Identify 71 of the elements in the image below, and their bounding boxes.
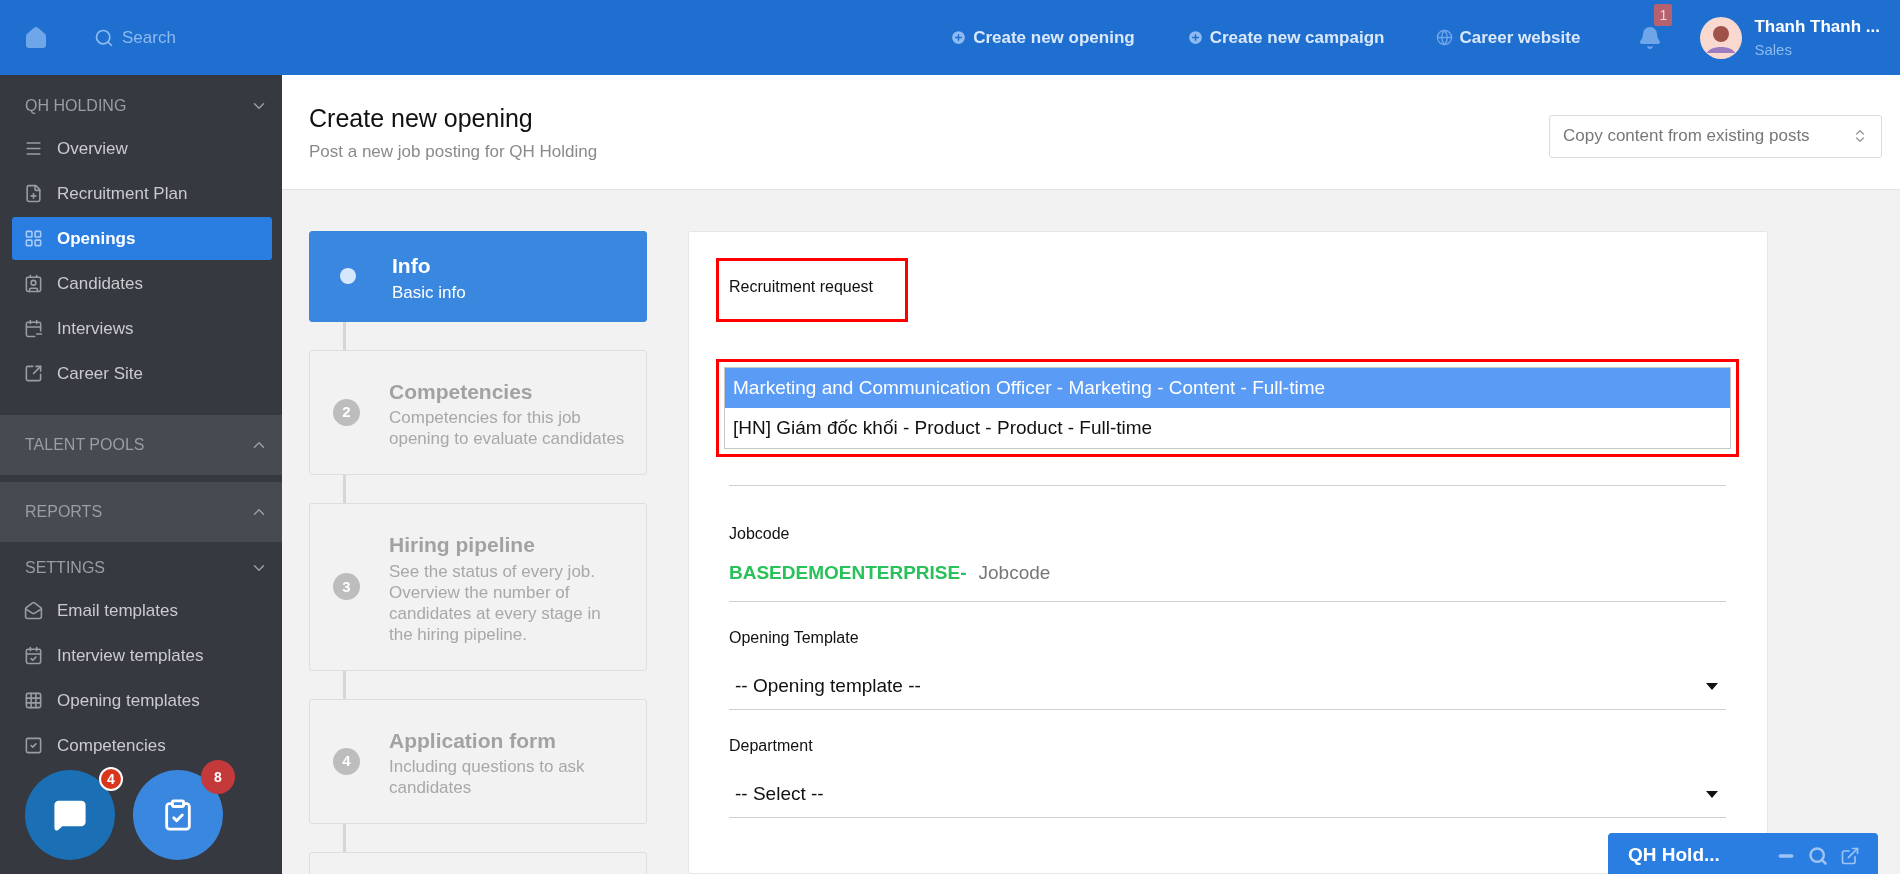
step-number: 2: [333, 398, 360, 426]
file-plus-icon: [24, 184, 43, 203]
page-title: Create new opening: [309, 102, 534, 134]
sidebar-item[interactable]: Email templates: [12, 589, 272, 632]
step-title: Application form: [389, 727, 557, 754]
avatar: [1700, 16, 1743, 59]
plus-icon: [950, 29, 968, 46]
calendar-check-icon: [24, 646, 43, 665]
step-description: Including questions to ask candidates: [389, 756, 586, 798]
step-card[interactable]: 4 Application form Including questions to ask candidates: [309, 698, 647, 824]
checkbox-icon: [24, 736, 43, 755]
chat-icon: [53, 798, 87, 832]
step-title: Hiring pipeline: [389, 532, 536, 558]
jobcode-prefix: BASEDEMOENTERPRISE-: [729, 561, 967, 585]
field-label: Jobcode: [729, 524, 791, 544]
sidebar-item[interactable]: Opening templates: [12, 679, 272, 722]
step-description: Competencies for this job opening to evaluate candidates: [389, 407, 626, 449]
select-field[interactable]: -- Select --: [729, 771, 1726, 818]
field-label: Recruitment request: [729, 278, 874, 295]
sidebar-section-header[interactable]: REPORTS: [0, 482, 282, 542]
grid-icon: [24, 691, 43, 710]
career-website-link[interactable]: Career website: [1436, 24, 1581, 51]
sidebar-item[interactable]: Openings: [12, 217, 272, 260]
sidebar-item[interactable]: Interviews: [12, 307, 272, 350]
user-role: Sales: [1754, 40, 1793, 60]
grid-icon: [24, 229, 43, 248]
contact-card-icon: [24, 274, 43, 293]
search-icon: [94, 27, 114, 48]
home-button[interactable]: [24, 25, 48, 50]
menu-icon: [24, 139, 43, 158]
caret-icon: [1706, 790, 1718, 798]
sidebar-item[interactable]: Overview: [12, 127, 272, 170]
field-label: Opening Template: [729, 627, 860, 648]
create-link[interactable]: Create new campaign: [1186, 24, 1385, 51]
copy-content-select[interactable]: Copy content from existing posts: [1549, 114, 1882, 158]
step-card[interactable]: 3 Hiring pipeline See the status of every job. Overview the number of candidates at every stage in the hiring pipeline.: [309, 503, 647, 671]
sidebar-section-header[interactable]: SETTINGS: [0, 549, 282, 587]
create-link[interactable]: Create new opening: [950, 24, 1135, 51]
sidebar-item[interactable]: Career Site: [12, 352, 272, 395]
search-icon[interactable]: [1808, 845, 1828, 866]
step-description: See the status of every job. Overview the number of candidates at every stage in the hiring pipeline.: [389, 560, 602, 645]
external-link-icon[interactable]: [1840, 845, 1860, 866]
notification-badge: 1: [1654, 3, 1673, 26]
dropdown-option[interactable]: [HN] Giám đốc khối - Product - Product - Full-time: [725, 408, 1730, 448]
step-title: Info: [392, 253, 432, 279]
sidebar-section-header[interactable]: TALENT POOLS: [0, 415, 282, 475]
step-number: 3: [333, 573, 360, 601]
sidebar-section-header[interactable]: QH HOLDING: [0, 87, 282, 125]
jobcode-field[interactable]: Jobcode: [978, 559, 1726, 588]
sidebar-item[interactable]: Candidates: [12, 262, 272, 305]
step-description: Basic info: [392, 281, 467, 303]
select-field[interactable]: -- Opening template --: [729, 663, 1726, 710]
sidebar-item[interactable]: Interview templates: [12, 634, 272, 677]
step-title: Competencies: [389, 378, 534, 405]
envelope-icon: [24, 601, 43, 620]
field-label: Department: [729, 735, 814, 756]
step-card[interactable]: 2 Competencies Competencies for this job opening to evaluate candidates: [309, 349, 647, 475]
sidebar-item[interactable]: Recruitment Plan: [12, 172, 272, 215]
page-subtitle: Post a new job posting for QH Holding: [309, 141, 598, 163]
calendar-icon: [24, 319, 43, 338]
notifications-button[interactable]: [1638, 25, 1663, 50]
external-link-icon: [24, 364, 43, 383]
globe-icon: [1436, 29, 1454, 46]
dropdown-option[interactable]: Marketing and Communication Officer - Marketing - Content - Full-time: [725, 368, 1730, 408]
step-number: 4: [333, 747, 360, 775]
search-field[interactable]: Search: [94, 24, 176, 51]
plus-icon: [1186, 29, 1204, 46]
caret-icon: [1706, 682, 1718, 690]
chat-bar-title: QH Hold...: [1628, 843, 1721, 868]
user-name: Thanh Thanh ...: [1754, 15, 1880, 38]
step-card[interactable]: Info Basic info: [309, 231, 647, 322]
